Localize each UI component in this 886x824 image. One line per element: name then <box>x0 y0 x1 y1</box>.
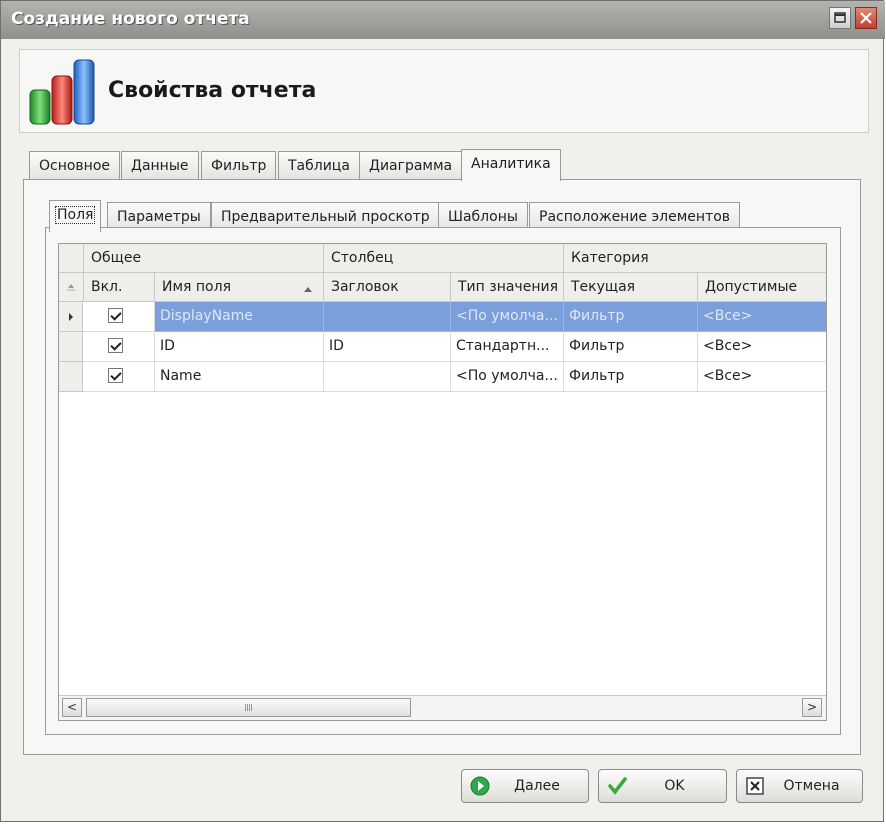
scroll-right-button[interactable]: > <box>802 698 822 717</box>
row-indicator[interactable] <box>59 302 83 332</box>
band-category: Категория <box>564 244 826 273</box>
value-type-cell[interactable]: Стандартн... <box>451 332 564 362</box>
grid-corner <box>59 244 84 273</box>
enabled-checkbox[interactable] <box>108 308 123 323</box>
enabled-checkbox[interactable] <box>108 368 123 383</box>
row-indicator[interactable] <box>59 362 83 392</box>
sort-asc-icon <box>304 287 312 292</box>
ok-button[interactable]: OK <box>598 769 727 803</box>
enabled-cell[interactable] <box>83 302 155 332</box>
col-field-name[interactable]: Имя поля <box>155 273 324 302</box>
column-chooser-button[interactable] <box>59 273 84 302</box>
report-wizard-window: Создание нового отчета Свойства отчета О… <box>0 0 885 822</box>
chevron-right-icon: > <box>806 700 818 714</box>
current-cell[interactable]: Фильтр <box>564 332 698 362</box>
enabled-cell[interactable] <box>83 362 155 392</box>
subtab-fields[interactable]: Поля <box>49 200 102 232</box>
caption-cell[interactable] <box>324 362 451 392</box>
grip-icon <box>245 704 253 711</box>
scroll-thumb[interactable] <box>86 698 411 717</box>
enabled-checkbox[interactable] <box>108 338 123 353</box>
table-row[interactable]: DisplayName <По умолча... Фильтр <Все> <box>59 302 826 332</box>
window-title: Создание нового отчета <box>11 9 250 29</box>
allowed-cell[interactable]: <Все> <box>698 302 826 332</box>
bar-chart-logo-icon <box>29 59 95 125</box>
title-bar[interactable]: Создание нового отчета <box>1 1 885 39</box>
next-button[interactable]: Далее <box>461 769 589 803</box>
value-type-cell[interactable]: <По умолча... <box>451 362 564 392</box>
field-name-cell[interactable]: Name <box>155 362 324 392</box>
close-button[interactable] <box>855 7 877 29</box>
tab-data[interactable]: Данные <box>121 151 199 181</box>
row-indicator[interactable] <box>59 332 83 362</box>
tab-table[interactable]: Таблица <box>278 151 360 181</box>
cancel-button[interactable]: Отмена <box>736 769 863 803</box>
col-field-name-label: Имя поля <box>162 279 231 295</box>
wizard-header: Свойства отчета <box>19 49 869 133</box>
caption-cell[interactable]: ID <box>324 332 451 362</box>
table-row[interactable]: ID ID Стандартн... Фильтр <Все> <box>59 332 826 362</box>
allowed-cell[interactable]: <Все> <box>698 362 826 392</box>
cancel-label: Отмена <box>783 778 840 794</box>
header-title: Свойства отчета <box>108 78 317 103</box>
ok-label: OK <box>664 778 685 794</box>
maximize-icon <box>834 12 846 23</box>
column-chooser-icon <box>67 284 75 291</box>
scroll-left-button[interactable]: < <box>62 698 82 717</box>
next-label: Далее <box>514 778 560 794</box>
band-general: Общее <box>84 244 324 273</box>
field-name-cell[interactable]: ID <box>155 332 324 362</box>
table-row[interactable]: Name <По умолча... Фильтр <Все> <box>59 362 826 392</box>
current-cell[interactable]: Фильтр <box>564 302 698 332</box>
horizontal-scrollbar[interactable]: < > <box>59 695 826 720</box>
fields-grid[interactable]: Общее Столбец Категория Вкл. Имя поля За… <box>58 243 827 721</box>
col-enabled[interactable]: Вкл. <box>84 273 155 302</box>
band-column: Столбец <box>324 244 564 273</box>
tab-basic[interactable]: Основное <box>29 151 121 181</box>
subtab-fields-label: Поля <box>54 206 96 224</box>
current-cell[interactable]: Фильтр <box>564 362 698 392</box>
col-caption[interactable]: Загловок <box>324 273 451 302</box>
value-type-cell[interactable]: <По умолча... <box>451 302 564 332</box>
field-name-cell[interactable]: DisplayName <box>155 302 324 332</box>
tab-analytics[interactable]: Аналитика <box>461 149 561 181</box>
col-current[interactable]: Текущая <box>564 273 698 302</box>
col-allowed[interactable]: Допустимые <box>698 273 826 302</box>
caption-cell[interactable] <box>324 302 451 332</box>
maximize-button[interactable] <box>829 7 851 29</box>
col-value-type[interactable]: Тип значения <box>451 273 564 302</box>
tab-filter[interactable]: Фильтр <box>201 151 277 181</box>
tab-chart[interactable]: Диаграмма <box>359 151 463 181</box>
enabled-cell[interactable] <box>83 332 155 362</box>
chevron-left-icon: < <box>66 700 78 714</box>
allowed-cell[interactable]: <Все> <box>698 332 826 362</box>
current-row-arrow-icon <box>69 313 73 321</box>
close-icon <box>860 12 872 24</box>
